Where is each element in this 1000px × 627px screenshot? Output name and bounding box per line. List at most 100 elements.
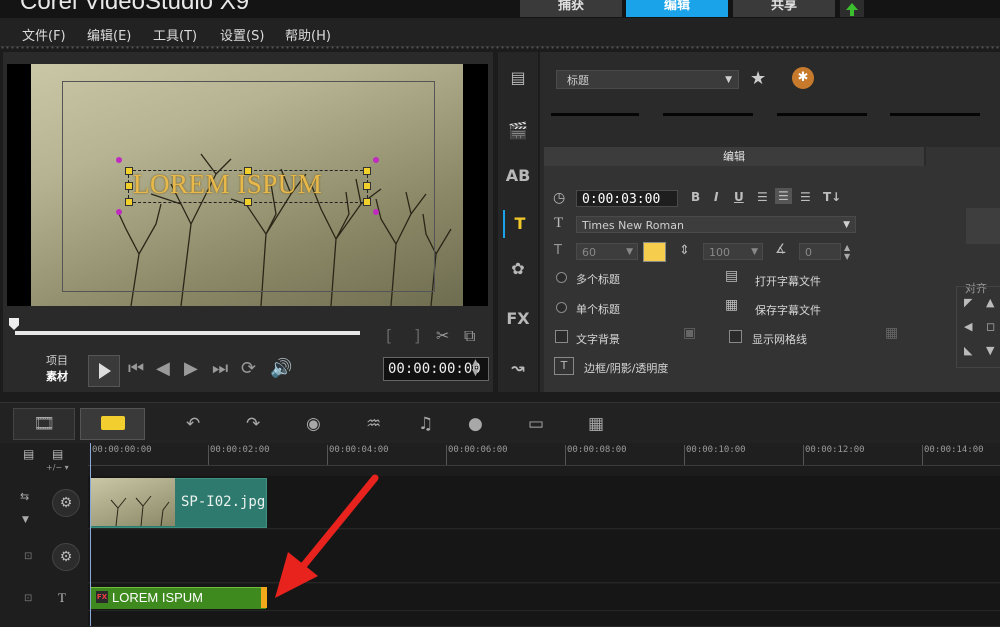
save-subtitle-label[interactable]: 保存字幕文件: [755, 302, 821, 318]
mark-out-icon[interactable]: ]: [414, 326, 420, 345]
volume-icon[interactable]: 🔊: [270, 358, 292, 379]
lock-icon[interactable]: ⊡: [24, 593, 32, 604]
record-capture-icon[interactable]: ◉: [306, 414, 321, 434]
title-icon[interactable]: T: [503, 210, 535, 238]
save-subtitle-icon[interactable]: ▦: [725, 297, 738, 313]
resize-handle[interactable]: [125, 167, 133, 175]
rotate-handle[interactable]: [116, 209, 122, 215]
media-icon[interactable]: ▤: [503, 64, 533, 92]
menu-settings[interactable]: 设置(S): [220, 25, 264, 44]
library-thumbnail[interactable]: [890, 113, 980, 116]
storyboard-view-button[interactable]: 🎞: [13, 408, 75, 440]
scrubber-track[interactable]: [15, 331, 360, 335]
resize-handle[interactable]: [125, 182, 133, 190]
instant-project-icon[interactable]: 🎬: [503, 117, 533, 145]
auto-music-icon[interactable]: ♫: [418, 414, 433, 434]
align-right-icon[interactable]: ☰: [800, 190, 811, 204]
line-spacing-dropdown[interactable]: 100 ▼: [703, 243, 763, 260]
tab-share[interactable]: 共享: [733, 0, 835, 17]
add-chapter-icon[interactable]: ▤: [52, 447, 63, 461]
voice-track[interactable]: [88, 611, 1000, 627]
align-center-box-icon[interactable]: ◻: [986, 320, 995, 333]
mode-clip[interactable]: 素材: [46, 369, 68, 385]
menu-edit[interactable]: 编辑(E): [87, 25, 131, 44]
font-dropdown[interactable]: Times New Roman ▼: [576, 216, 856, 233]
redo-icon[interactable]: ↷: [246, 414, 260, 434]
text-background-checkbox[interactable]: [555, 330, 568, 343]
library-thumbnail[interactable]: [551, 113, 639, 116]
track-manager-icon[interactable]: ▤: [23, 447, 34, 461]
timecode-spin-icon[interactable]: ▲ ▼: [472, 358, 479, 378]
duration-field[interactable]: 0:00:03:00: [576, 190, 678, 207]
undo-icon[interactable]: ↶: [186, 414, 200, 434]
tab-edit[interactable]: 编辑: [626, 0, 728, 17]
italic-button[interactable]: I: [714, 190, 718, 204]
tab-capture[interactable]: 捕获: [520, 0, 622, 17]
align-bottom-left-icon[interactable]: ◣: [964, 344, 972, 357]
border-shadow-label[interactable]: 边框/阴影/透明度: [584, 360, 668, 376]
play-mode-selector[interactable]: 项目 素材: [46, 353, 68, 385]
next-frame-icon[interactable]: ▶: [184, 358, 198, 379]
sound-mixer-icon[interactable]: ♒: [366, 414, 381, 434]
menu-help[interactable]: 帮助(H): [285, 25, 331, 44]
multi-camera-icon[interactable]: ▦: [588, 414, 604, 434]
resize-handle[interactable]: [363, 182, 371, 190]
home-icon[interactable]: ⏮: [128, 358, 144, 379]
overlay-track-icon[interactable]: ⚙: [52, 543, 80, 571]
text-direction-icon[interactable]: T↓: [823, 190, 841, 204]
rotation-spin-icon[interactable]: ▲ ▼: [844, 243, 850, 261]
align-left-arrow-icon[interactable]: ◀: [964, 320, 972, 333]
rotate-handle[interactable]: [116, 157, 122, 163]
font-color-swatch[interactable]: [643, 242, 666, 262]
upload-button[interactable]: [840, 0, 864, 17]
timeline-view-button[interactable]: [80, 408, 145, 440]
video-track-icon[interactable]: ⚙: [52, 489, 80, 517]
background-settings-icon[interactable]: ▣: [683, 325, 696, 341]
align-top-icon[interactable]: ▲: [986, 296, 994, 309]
add-favorite-icon[interactable]: ★: [750, 68, 766, 89]
fx-filter-icon[interactable]: FX: [503, 305, 533, 333]
underline-button[interactable]: U: [734, 190, 744, 204]
font-size-dropdown[interactable]: 60 ▼: [576, 243, 638, 260]
chevron-down-icon[interactable]: ▼: [22, 515, 29, 525]
path-icon[interactable]: ↝: [503, 354, 533, 382]
tab-edit-options[interactable]: 编辑: [544, 147, 924, 166]
menu-tools[interactable]: 工具(T): [153, 25, 197, 44]
options-wheel-icon[interactable]: ✱: [792, 67, 814, 89]
open-subtitle-label[interactable]: 打开字幕文件: [755, 273, 821, 289]
tab-attribute[interactable]: [926, 147, 1000, 166]
enlarge-icon[interactable]: ⧉: [464, 326, 475, 346]
align-bottom-icon[interactable]: ▼: [986, 344, 994, 357]
subtitle-editor-icon[interactable]: ▭: [528, 414, 544, 434]
mode-project[interactable]: 项目: [46, 353, 68, 369]
radio-multi-title[interactable]: [556, 272, 567, 283]
rotate-handle[interactable]: [373, 157, 379, 163]
zoom-controls-icon[interactable]: +/− ▾: [46, 463, 69, 472]
end-icon[interactable]: ⏭: [212, 358, 228, 379]
radio-single-title[interactable]: [556, 302, 567, 313]
align-top-left-icon[interactable]: ◤: [964, 296, 972, 309]
transition-icon[interactable]: AB: [503, 162, 533, 190]
show-grid-checkbox[interactable]: [729, 330, 742, 343]
border-shadow-icon[interactable]: T: [554, 357, 574, 375]
previous-frame-icon[interactable]: ◀: [156, 358, 170, 379]
graphics-icon[interactable]: ✿: [503, 255, 533, 283]
category-dropdown[interactable]: 标题 ▼: [556, 70, 739, 89]
grid-settings-icon[interactable]: ▦: [885, 325, 898, 341]
repeat-icon[interactable]: ⟳: [241, 358, 256, 379]
play-button[interactable]: [88, 355, 120, 387]
ripple-edit-icon[interactable]: ⇆: [20, 490, 29, 503]
rotation-field[interactable]: 0: [799, 243, 841, 260]
align-center-icon[interactable]: ☰: [775, 188, 792, 204]
resize-handle[interactable]: [363, 198, 371, 206]
menu-file[interactable]: 文件(F): [22, 25, 66, 44]
playhead-line[interactable]: [90, 443, 91, 626]
title-track-icon[interactable]: T: [58, 590, 66, 606]
resize-handle[interactable]: [363, 167, 371, 175]
lock-icon[interactable]: ⊡: [24, 551, 32, 562]
scissors-icon[interactable]: ✂: [436, 326, 449, 345]
overlay-track[interactable]: [88, 530, 1000, 583]
bold-button[interactable]: B: [691, 190, 700, 204]
rotate-handle[interactable]: [373, 209, 379, 215]
preset-preview[interactable]: [966, 208, 1000, 244]
